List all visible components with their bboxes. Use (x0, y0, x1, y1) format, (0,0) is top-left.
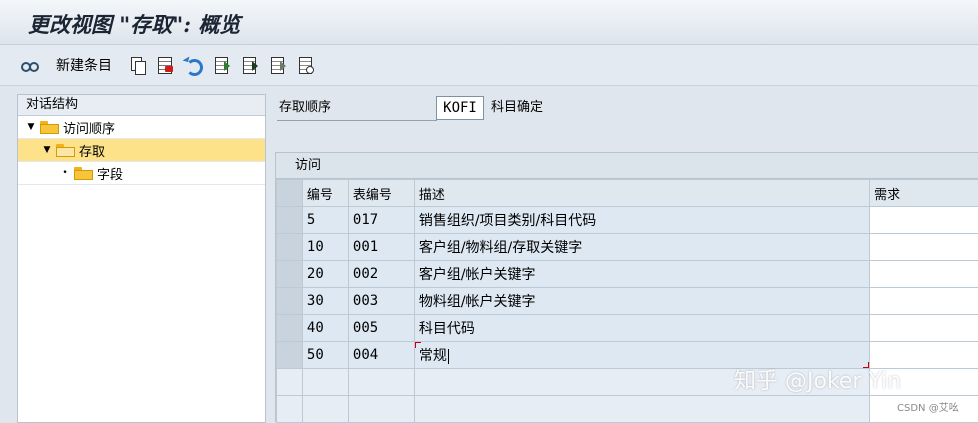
cell-number[interactable]: 10 (302, 234, 348, 261)
cell-table-number[interactable]: 001 (348, 234, 414, 261)
cell-description[interactable]: 客户组/物料组/存取关键字 (414, 234, 869, 261)
cell-number[interactable]: 50 (302, 342, 348, 369)
tree-node-label: 字段 (97, 164, 123, 183)
folder-open-icon (56, 144, 75, 157)
access-sequence-field[interactable]: KOFI (436, 96, 484, 120)
tree-header: 对话结构 (18, 95, 265, 116)
delete-icon (156, 56, 174, 74)
cell-table-number[interactable] (348, 396, 414, 423)
tree-node-access[interactable]: ▼ 存取 (18, 139, 265, 162)
select-all-icon (213, 56, 231, 74)
application-toolbar: 新建条目 (0, 45, 978, 86)
row-selector[interactable] (277, 261, 303, 288)
title-bar: 更改视图 "存取": 概览 (0, 0, 978, 45)
cell-number[interactable] (302, 369, 348, 396)
new-entries-button[interactable]: 新建条目 (50, 54, 112, 76)
cell-requirement[interactable] (870, 234, 978, 261)
select-all-button[interactable] (213, 54, 231, 76)
expand-triangle-icon[interactable]: ▼ (26, 122, 36, 132)
new-entries-label: 新建条目 (56, 55, 112, 75)
text-caret (448, 349, 449, 364)
cell-requirement[interactable] (870, 207, 978, 234)
cell-number[interactable]: 30 (302, 288, 348, 315)
tree-node-label: 访问顺序 (63, 118, 115, 137)
cell-number[interactable]: 40 (302, 315, 348, 342)
cell-number[interactable] (302, 396, 348, 423)
print-button[interactable] (297, 54, 315, 76)
tree-node-fields[interactable]: • 字段 (18, 162, 265, 185)
select-block-button[interactable] (241, 54, 259, 76)
select-all-rows-cell[interactable] (277, 180, 303, 207)
cell-requirement[interactable] (870, 315, 978, 342)
delete-button[interactable] (156, 54, 174, 76)
row-selector[interactable] (277, 342, 303, 369)
folder-icon (74, 167, 93, 180)
row-selector[interactable] (277, 396, 303, 423)
access-table-title: 访问 (276, 153, 978, 179)
cell-table-number[interactable]: 017 (348, 207, 414, 234)
dialog-structure-tree: 对话结构 ▼ 访问顺序 ▼ 存取 • 字段 (17, 94, 266, 423)
cell-requirement[interactable] (870, 288, 978, 315)
row-selector[interactable] (277, 369, 303, 396)
deselect-all-icon (269, 56, 287, 74)
table-row[interactable]: 40 005 科目代码 (277, 315, 978, 342)
cell-requirement[interactable] (870, 261, 978, 288)
expand-triangle-icon[interactable]: ▼ (42, 145, 52, 155)
cell-description[interactable]: 科目代码 (414, 315, 869, 342)
cell-description[interactable] (414, 396, 869, 423)
table-header-row: 编号 表编号 描述 需求 (277, 180, 978, 207)
cell-description[interactable]: 物料组/帐户关键字 (414, 288, 869, 315)
cell-table-number[interactable]: 003 (348, 288, 414, 315)
cell-number[interactable]: 5 (302, 207, 348, 234)
row-selector[interactable] (277, 234, 303, 261)
column-header-table-number: 表编号 (348, 180, 414, 207)
cell-table-number[interactable]: 002 (348, 261, 414, 288)
copy-button[interactable] (129, 54, 147, 76)
deselect-all-button[interactable] (269, 54, 287, 76)
cell-description[interactable]: 客户组/帐户关键字 (414, 261, 869, 288)
display-change-button[interactable] (20, 54, 38, 76)
cell-description-text: 常规 (419, 348, 447, 364)
column-header-description: 描述 (414, 180, 869, 207)
table-row[interactable]: 5 017 销售组织/项目类别/科目代码 (277, 207, 978, 234)
print-icon (297, 56, 315, 74)
watermark-zhihu: 知乎 @Joker Yin (734, 363, 901, 395)
tree-node-label: 存取 (79, 141, 105, 160)
row-selector[interactable] (277, 288, 303, 315)
row-selector[interactable] (277, 315, 303, 342)
undo-icon (184, 56, 202, 74)
column-header-requirement: 需求 (870, 180, 978, 207)
folder-icon (40, 121, 59, 134)
watermark-csdn: CSDN @艾吆 (897, 399, 959, 414)
table-row-empty[interactable] (277, 396, 978, 423)
tree-node-access-sequence[interactable]: ▼ 访问顺序 (18, 116, 265, 139)
copy-icon (129, 56, 147, 74)
cell-table-number[interactable] (348, 369, 414, 396)
cell-table-number[interactable]: 004 (348, 342, 414, 369)
bullet-icon: • (60, 168, 70, 178)
select-block-icon (241, 56, 259, 74)
cell-description[interactable]: 销售组织/项目类别/科目代码 (414, 207, 869, 234)
table-row[interactable]: 30 003 物料组/帐户关键字 (277, 288, 978, 315)
table-row[interactable]: 10 001 客户组/物料组/存取关键字 (277, 234, 978, 261)
display-change-icon (20, 56, 38, 74)
access-sequence-description: 科目确定 (491, 96, 543, 120)
undo-button[interactable] (184, 54, 202, 76)
table-row[interactable]: 20 002 客户组/帐户关键字 (277, 261, 978, 288)
access-sequence-label: 存取顺序 (277, 96, 437, 121)
window-title: 更改视图 "存取": 概览 (28, 9, 240, 39)
row-selector[interactable] (277, 207, 303, 234)
cell-number[interactable]: 20 (302, 261, 348, 288)
cell-table-number[interactable]: 005 (348, 315, 414, 342)
column-header-number: 编号 (302, 180, 348, 207)
